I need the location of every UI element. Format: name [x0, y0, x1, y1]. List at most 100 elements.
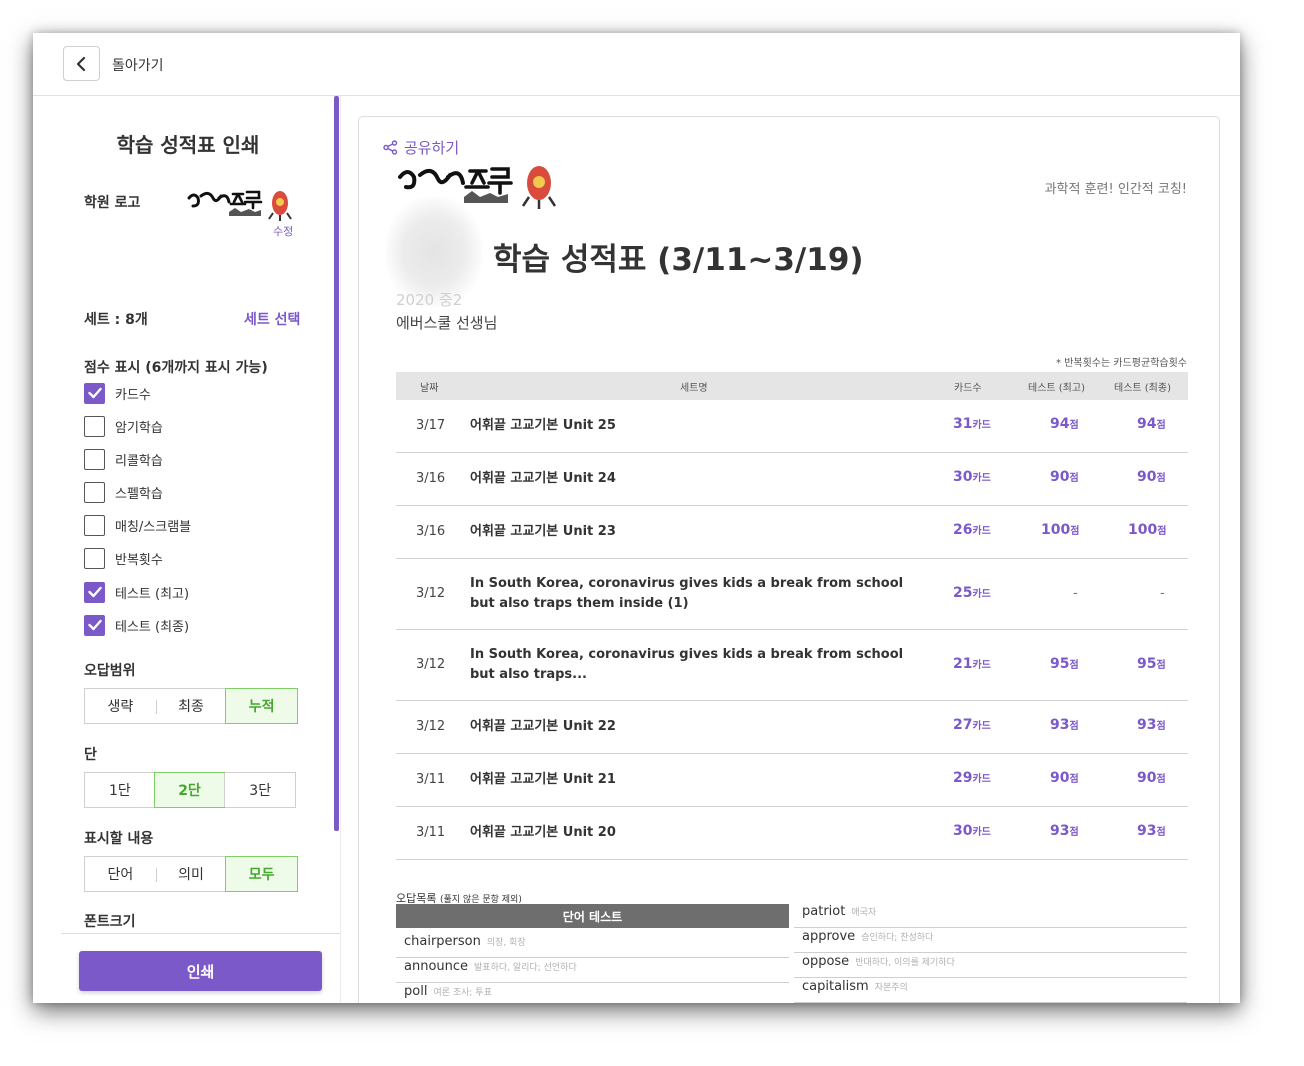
row-test-last: 90점 [1137, 469, 1166, 485]
check-icon [87, 387, 102, 399]
sidebar-scrollbar[interactable] [334, 96, 339, 831]
row-set-name: 어휘끝 고교기본 Unit 20 [470, 825, 616, 840]
wrong-range-selector: 생략 최종 누적 [84, 688, 299, 724]
table-row: 3/11 어휘끝 고교기본 Unit 21 29카드 90점 90점 [396, 754, 1188, 807]
share-label[interactable]: 공유하기 [404, 137, 459, 158]
row-date: 3/12 [416, 657, 446, 672]
content-option-meaning[interactable]: 의미 [155, 857, 227, 891]
checkbox-test-last[interactable]: 테스트 (최종) [84, 614, 189, 636]
checkbox-card-count[interactable]: 카드수 [84, 382, 151, 404]
checkbox[interactable] [84, 514, 105, 536]
checkbox[interactable] [84, 547, 105, 569]
row-date: 3/16 [416, 524, 446, 539]
wrong-word-item: approve 승인하다; 찬성하다 [794, 929, 1187, 953]
row-set-name: 어휘끝 고교기본 Unit 25 [470, 418, 616, 433]
academy-logo [187, 190, 292, 221]
row-set-name: 어휘끝 고교기본 Unit 21 [470, 772, 616, 787]
back-label[interactable]: 돌아가기 [112, 55, 164, 75]
checkbox[interactable] [84, 581, 105, 603]
wrong-word-item: patriot 애국자 [794, 904, 1187, 928]
share-icon [383, 140, 398, 155]
columns-option-1[interactable]: 1단 [85, 773, 155, 807]
row-set-name: In South Korea, coronavirus gives kids a… [470, 576, 904, 611]
app-window: 돌아가기 학습 성적표 인쇄 학원 로고 수정 세트 : 8개 세트 선택 점수… [33, 33, 1240, 1003]
row-test-best: - [1073, 586, 1078, 601]
row-date: 3/12 [416, 586, 446, 601]
wrong-range-option-final[interactable]: 최종 [155, 689, 227, 723]
logo-edit-link[interactable]: 수정 [273, 223, 293, 239]
row-test-best: 90점 [1050, 469, 1079, 485]
back-button[interactable] [63, 46, 100, 81]
row-cards: 30카드 [953, 469, 991, 485]
checkbox-label: 반복횟수 [115, 552, 163, 568]
col-test-best: 테스트 (최고) [1028, 383, 1085, 394]
wrong-word-item: chairperson 의장, 회장 [396, 934, 789, 958]
checkbox[interactable] [84, 382, 105, 404]
score-display-label: 점수 표시 (6개까지 표시 가능) [84, 360, 268, 376]
columns-option-3[interactable]: 3단 [224, 773, 295, 807]
checkbox-label: 암기학습 [115, 420, 163, 436]
row-date: 3/16 [416, 471, 446, 486]
row-cards: 30카드 [953, 823, 991, 839]
checkbox[interactable] [84, 415, 105, 437]
checkbox-repeat[interactable]: 반복횟수 [84, 547, 163, 569]
row-cards: 25카드 [953, 585, 991, 601]
checkbox[interactable] [84, 448, 105, 470]
checkbox-recall[interactable]: 리콜학습 [84, 448, 163, 470]
col-set: 세트명 [680, 383, 708, 394]
wrong-word-item: oppose 반대하다, 이의를 제기하다 [794, 954, 1187, 978]
report-card: 공유하기 과학적 훈련! 인간적 코칭! 학습 성적표 (3/11~3/19) … [358, 116, 1220, 1003]
content-selector: 단어 의미 모두 [84, 856, 299, 892]
table-row: 3/12 어휘끝 고교기본 Unit 22 27카드 93점 93점 [396, 701, 1188, 754]
checkbox-memorize[interactable]: 암기학습 [84, 415, 163, 437]
table-row: 3/16 어휘끝 고교기본 Unit 23 26카드 100점 100점 [396, 506, 1188, 559]
checkbox-label: 리콜학습 [115, 453, 163, 469]
row-date: 3/17 [416, 418, 446, 433]
col-cards: 카드수 [954, 383, 982, 394]
table-row: 3/16 어휘끝 고교기본 Unit 24 30카드 90점 90점 [396, 453, 1188, 506]
checkbox[interactable] [84, 614, 105, 636]
row-cards: 21카드 [953, 656, 991, 672]
checkbox-spell[interactable]: 스펠학습 [84, 481, 163, 503]
row-set-name: 어휘끝 고교기본 Unit 24 [470, 471, 616, 486]
checkbox-matching[interactable]: 매칭/스크램블 [84, 514, 191, 536]
content-option-word[interactable]: 단어 [85, 857, 156, 891]
wrong-word-item: poll 여론 조사; 투표 [396, 984, 789, 1003]
print-button[interactable]: 인쇄 [79, 951, 322, 991]
share-button[interactable]: 공유하기 [383, 137, 459, 158]
table-row: 3/12 In South Korea, coronavirus gives k… [396, 630, 1188, 701]
table-row: 3/11 어휘끝 고교기본 Unit 20 30카드 93점 93점 [396, 807, 1188, 860]
check-icon [87, 619, 102, 631]
wrong-range-label: 오답범위 [84, 663, 136, 679]
row-test-last: 90점 [1137, 770, 1166, 786]
col-test-last: 테스트 (최종) [1114, 383, 1171, 394]
wrong-word-item: capitalism 자본주의 [794, 979, 1187, 1003]
columns-selector: 1단 2단 3단 [84, 772, 296, 808]
content-label: 표시할 내용 [84, 831, 154, 847]
checkbox-label: 스펠학습 [115, 486, 163, 502]
wrong-range-option-skip[interactable]: 생략 [85, 689, 156, 723]
columns-option-2[interactable]: 2단 [153, 772, 226, 808]
check-icon [87, 586, 102, 598]
checkbox[interactable] [84, 481, 105, 503]
repeat-note: * 반복횟수는 카드평균학습횟수 [1056, 358, 1187, 369]
checkbox-label: 테스트 (최종) [115, 619, 190, 635]
row-test-last: 95점 [1137, 656, 1166, 672]
row-test-best: 93점 [1050, 717, 1079, 733]
row-test-last: 93점 [1137, 823, 1166, 839]
row-test-best: 90점 [1050, 770, 1079, 786]
checkbox-label: 테스트 (최고) [115, 586, 190, 602]
checkbox-label: 매칭/스크램블 [115, 519, 192, 535]
col-date: 날짜 [420, 383, 439, 394]
row-test-best: 94점 [1050, 416, 1079, 432]
sidebar-title: 학습 성적표 인쇄 [116, 133, 260, 157]
content-option-all[interactable]: 모두 [225, 856, 299, 892]
class-label: 2020 중2 [396, 291, 463, 309]
row-test-last: 94점 [1137, 416, 1166, 432]
set-select-link[interactable]: 세트 선택 [244, 309, 300, 329]
checkbox-test-best[interactable]: 테스트 (최고) [84, 581, 189, 603]
wrong-range-option-cumulative[interactable]: 누적 [225, 688, 299, 724]
row-cards: 27카드 [953, 717, 991, 733]
table-header: 날짜 세트명 카드수 테스트 (최고) 테스트 (최종) [396, 372, 1188, 400]
row-set-name: 어휘끝 고교기본 Unit 23 [470, 524, 616, 539]
